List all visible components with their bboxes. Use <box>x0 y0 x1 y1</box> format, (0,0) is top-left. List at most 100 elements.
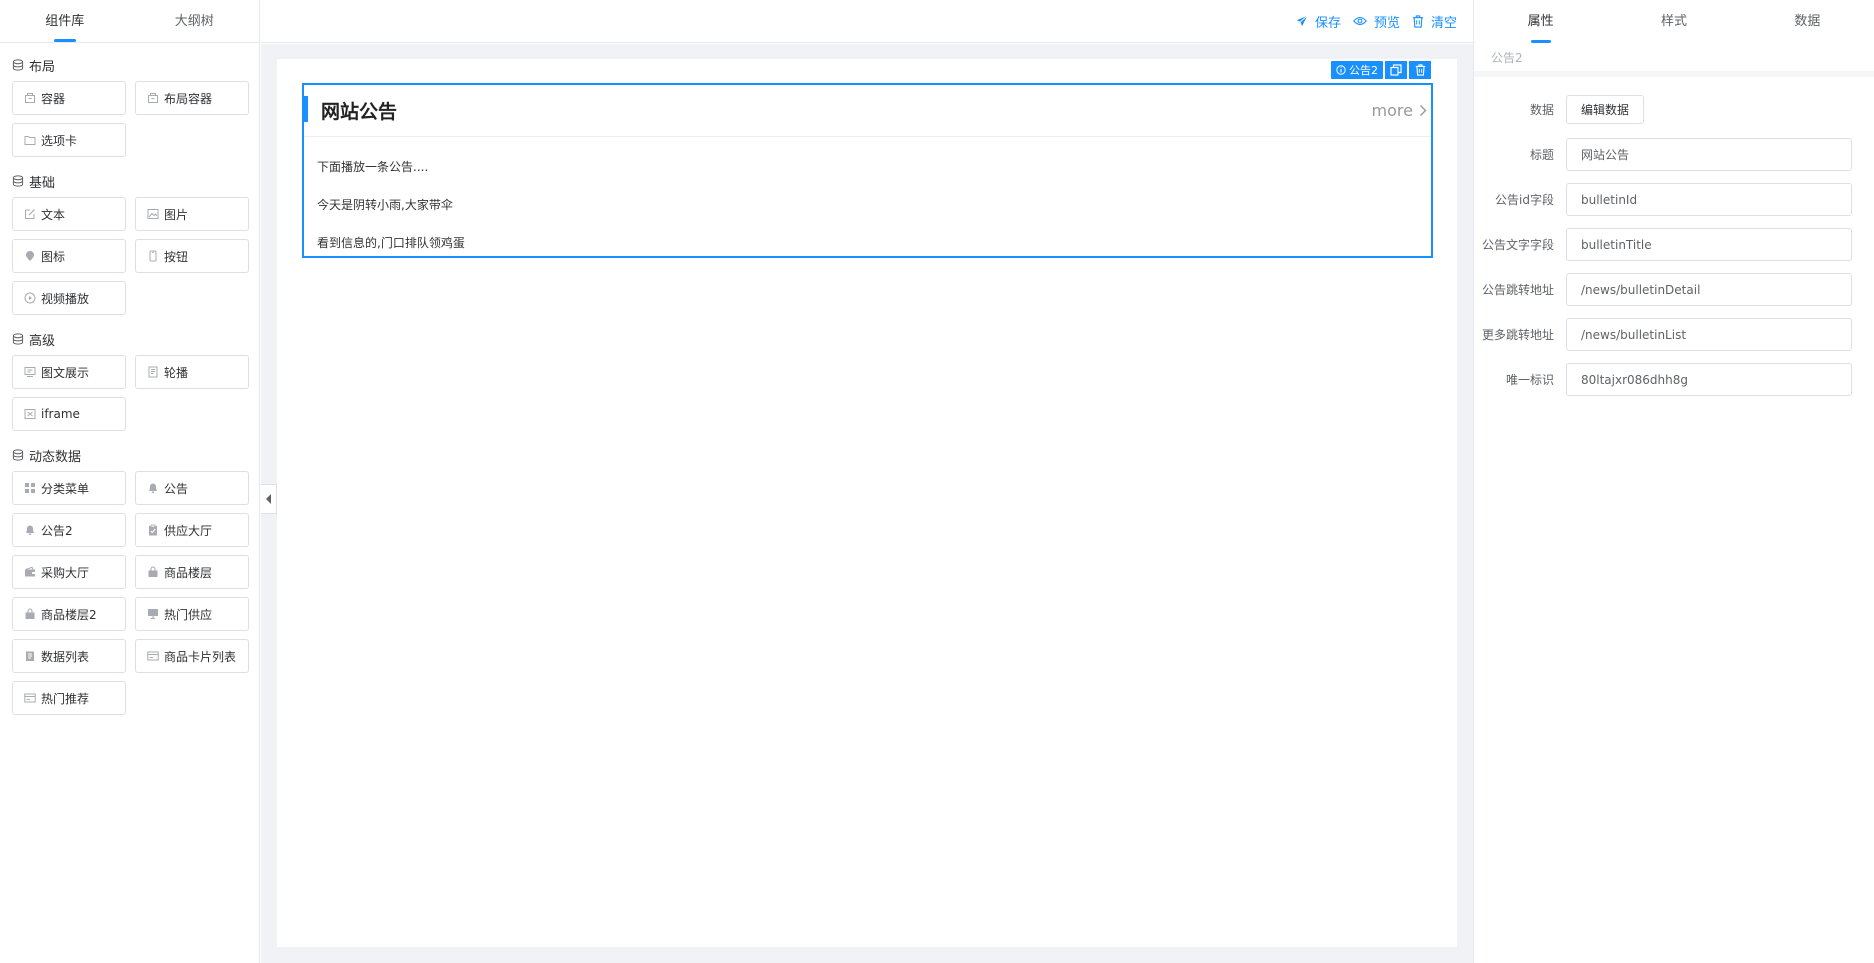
selected-component-badge[interactable]: 公告2 <box>1331 61 1383 79</box>
box-icon <box>148 93 158 103</box>
group-title-label: 高级 <box>29 333 56 349</box>
component-item-label: 供应大厅 <box>164 523 213 538</box>
card-icon <box>147 651 159 661</box>
bulletin-id-field-input[interactable] <box>1566 183 1852 216</box>
component-item-label: 图标 <box>41 249 66 264</box>
component-item[interactable]: 分类菜单 <box>12 471 126 505</box>
bulletin-component[interactable]: 网站公告 more 下面播放一条公告.... 今天是阴转小雨,大家带伞 看到信息… <box>302 83 1433 258</box>
carousel-icon <box>148 366 158 378</box>
chevron-right-icon <box>1420 105 1427 116</box>
right-panel-tabs: 属性 样式 数据 <box>1474 0 1874 43</box>
bulletin-item[interactable]: 看到信息的,门口排队领鸡蛋 <box>304 233 1431 253</box>
properties-panel: 属性 样式 数据 公告2 数据 编辑数据 标题 公告id字段 公告文字字段 公告… <box>1473 0 1874 963</box>
component-item[interactable]: 文本 <box>12 197 126 231</box>
field-label: 标题 <box>1529 148 1554 162</box>
form-row-more-link: 更多跳转地址 <box>1474 312 1874 357</box>
selected-component-name: 公告2 <box>1349 64 1378 77</box>
collapse-left-panel-button[interactable] <box>261 484 277 514</box>
component-item[interactable]: 商品楼层 <box>135 555 249 589</box>
more-label: more <box>1371 101 1413 120</box>
component-item-label: 数据列表 <box>41 649 90 664</box>
design-canvas[interactable]: 公告2 网站公告 more 下面播放一条公告.... 今天是阴转小雨,大家带伞 <box>277 59 1457 947</box>
tab-style[interactable]: 样式 <box>1607 0 1740 43</box>
component-item[interactable]: 轮播 <box>135 355 249 389</box>
component-item-label: 热门推荐 <box>41 691 90 706</box>
component-item[interactable]: 供应大厅 <box>135 513 249 547</box>
bulletin-accent-bar <box>304 96 308 122</box>
clipboard-icon <box>149 524 157 536</box>
field-label: 唯一标识 <box>1505 373 1554 387</box>
component-item[interactable]: 商品楼层2 <box>12 597 126 631</box>
component-grid: 分类菜单 公告公告2 供应大厅采购大厅 商品楼层商品楼层2 热门供应数据列表 商品卡片列表… <box>12 471 249 715</box>
current-component-name: 公告2 <box>1474 43 1874 77</box>
component-item[interactable]: 图文展示 <box>12 355 126 389</box>
clear-button[interactable]: 清空 <box>1412 12 1457 31</box>
component-groups: 布局 容器 布局容器 选项卡 基础 文本 图片 图标 按钮 视频播放 高级 图文展示 轮播 iframe 动… <box>0 55 259 715</box>
component-item-label: iframe <box>41 407 80 421</box>
component-item[interactable]: iframe <box>12 397 126 431</box>
field-label: 数据 <box>1529 103 1554 117</box>
image-text-icon <box>24 367 36 377</box>
component-item[interactable]: 布局容器 <box>135 81 249 115</box>
box-icon <box>25 93 35 103</box>
info-icon <box>1336 65 1346 75</box>
component-item-label: 热门供应 <box>164 607 213 622</box>
component-library-panel: 组件库 大纲树 布局 容器 布局容器 选项卡 基础 文本 图片 图标 按钮 视频播放 高级 图文展示 轮… <box>0 0 260 963</box>
copy-component-button[interactable] <box>1385 61 1407 79</box>
component-item[interactable]: 按钮 <box>135 239 249 273</box>
bell-icon <box>149 483 157 493</box>
bulletin-item[interactable]: 今天是阴转小雨,大家带伞 <box>304 195 1431 215</box>
eye-icon <box>1353 16 1367 26</box>
card-icon <box>24 693 36 703</box>
group-title-label: 基础 <box>29 175 56 191</box>
form-row-bulletin-text-field: 公告文字字段 <box>1474 222 1874 267</box>
component-item[interactable]: 图片 <box>135 197 249 231</box>
monitor-icon <box>148 609 158 620</box>
title-input[interactable] <box>1566 138 1852 171</box>
trash-icon <box>1412 14 1424 28</box>
send-icon <box>1296 15 1308 27</box>
selection-toolbar: 公告2 <box>1331 61 1431 79</box>
component-grid: 图文展示 轮播 iframe <box>12 355 249 431</box>
database-icon <box>12 175 24 187</box>
component-item[interactable]: 热门供应 <box>135 597 249 631</box>
tab-properties[interactable]: 属性 <box>1474 0 1607 43</box>
component-item[interactable]: 视频播放 <box>12 281 126 315</box>
component-item[interactable]: 公告2 <box>12 513 126 547</box>
more-link-input[interactable] <box>1566 318 1852 351</box>
component-item-label: 商品楼层 <box>164 565 213 580</box>
bulletin-item[interactable]: 下面播放一条公告.... <box>304 157 1431 177</box>
left-panel-tabs: 组件库 大纲树 <box>0 0 259 43</box>
component-item-label: 公告2 <box>41 523 73 538</box>
pin-icon <box>26 251 34 261</box>
group-title-label: 布局 <box>29 59 56 75</box>
bulletin-text-field-input[interactable] <box>1566 228 1852 261</box>
bulletin-more-link[interactable]: more <box>1372 101 1427 120</box>
preview-button[interactable]: 预览 <box>1353 12 1400 31</box>
component-item-label: 按钮 <box>164 249 189 264</box>
component-item[interactable]: 热门推荐 <box>12 681 126 715</box>
tab-component-library[interactable]: 组件库 <box>0 0 130 42</box>
field-label: 公告跳转地址 <box>1481 283 1554 297</box>
component-item-label: 商品楼层2 <box>41 607 97 622</box>
list-icon <box>26 651 34 661</box>
component-item[interactable]: 图标 <box>12 239 126 273</box>
component-item[interactable]: 选项卡 <box>12 123 126 157</box>
component-item-label: 容器 <box>41 91 66 106</box>
edit-data-button[interactable]: 编辑数据 <box>1566 95 1645 124</box>
component-item[interactable]: 容器 <box>12 81 126 115</box>
save-button[interactable]: 保存 <box>1296 12 1341 31</box>
component-item-label: 商品卡片列表 <box>164 649 237 664</box>
form-row-bulletin-id-field: 公告id字段 <box>1474 177 1874 222</box>
component-item[interactable]: 商品卡片列表 <box>135 639 249 673</box>
delete-component-button[interactable] <box>1409 61 1431 79</box>
component-item-label: 文本 <box>41 207 66 222</box>
bulletin-link-input[interactable] <box>1566 273 1852 306</box>
unique-id-input[interactable] <box>1566 363 1852 396</box>
phone-icon <box>149 250 157 262</box>
component-item[interactable]: 数据列表 <box>12 639 126 673</box>
tab-data[interactable]: 数据 <box>1741 0 1874 43</box>
tab-outline-tree[interactable]: 大纲树 <box>130 0 260 42</box>
component-item[interactable]: 公告 <box>135 471 249 505</box>
component-item[interactable]: 采购大厅 <box>12 555 126 589</box>
